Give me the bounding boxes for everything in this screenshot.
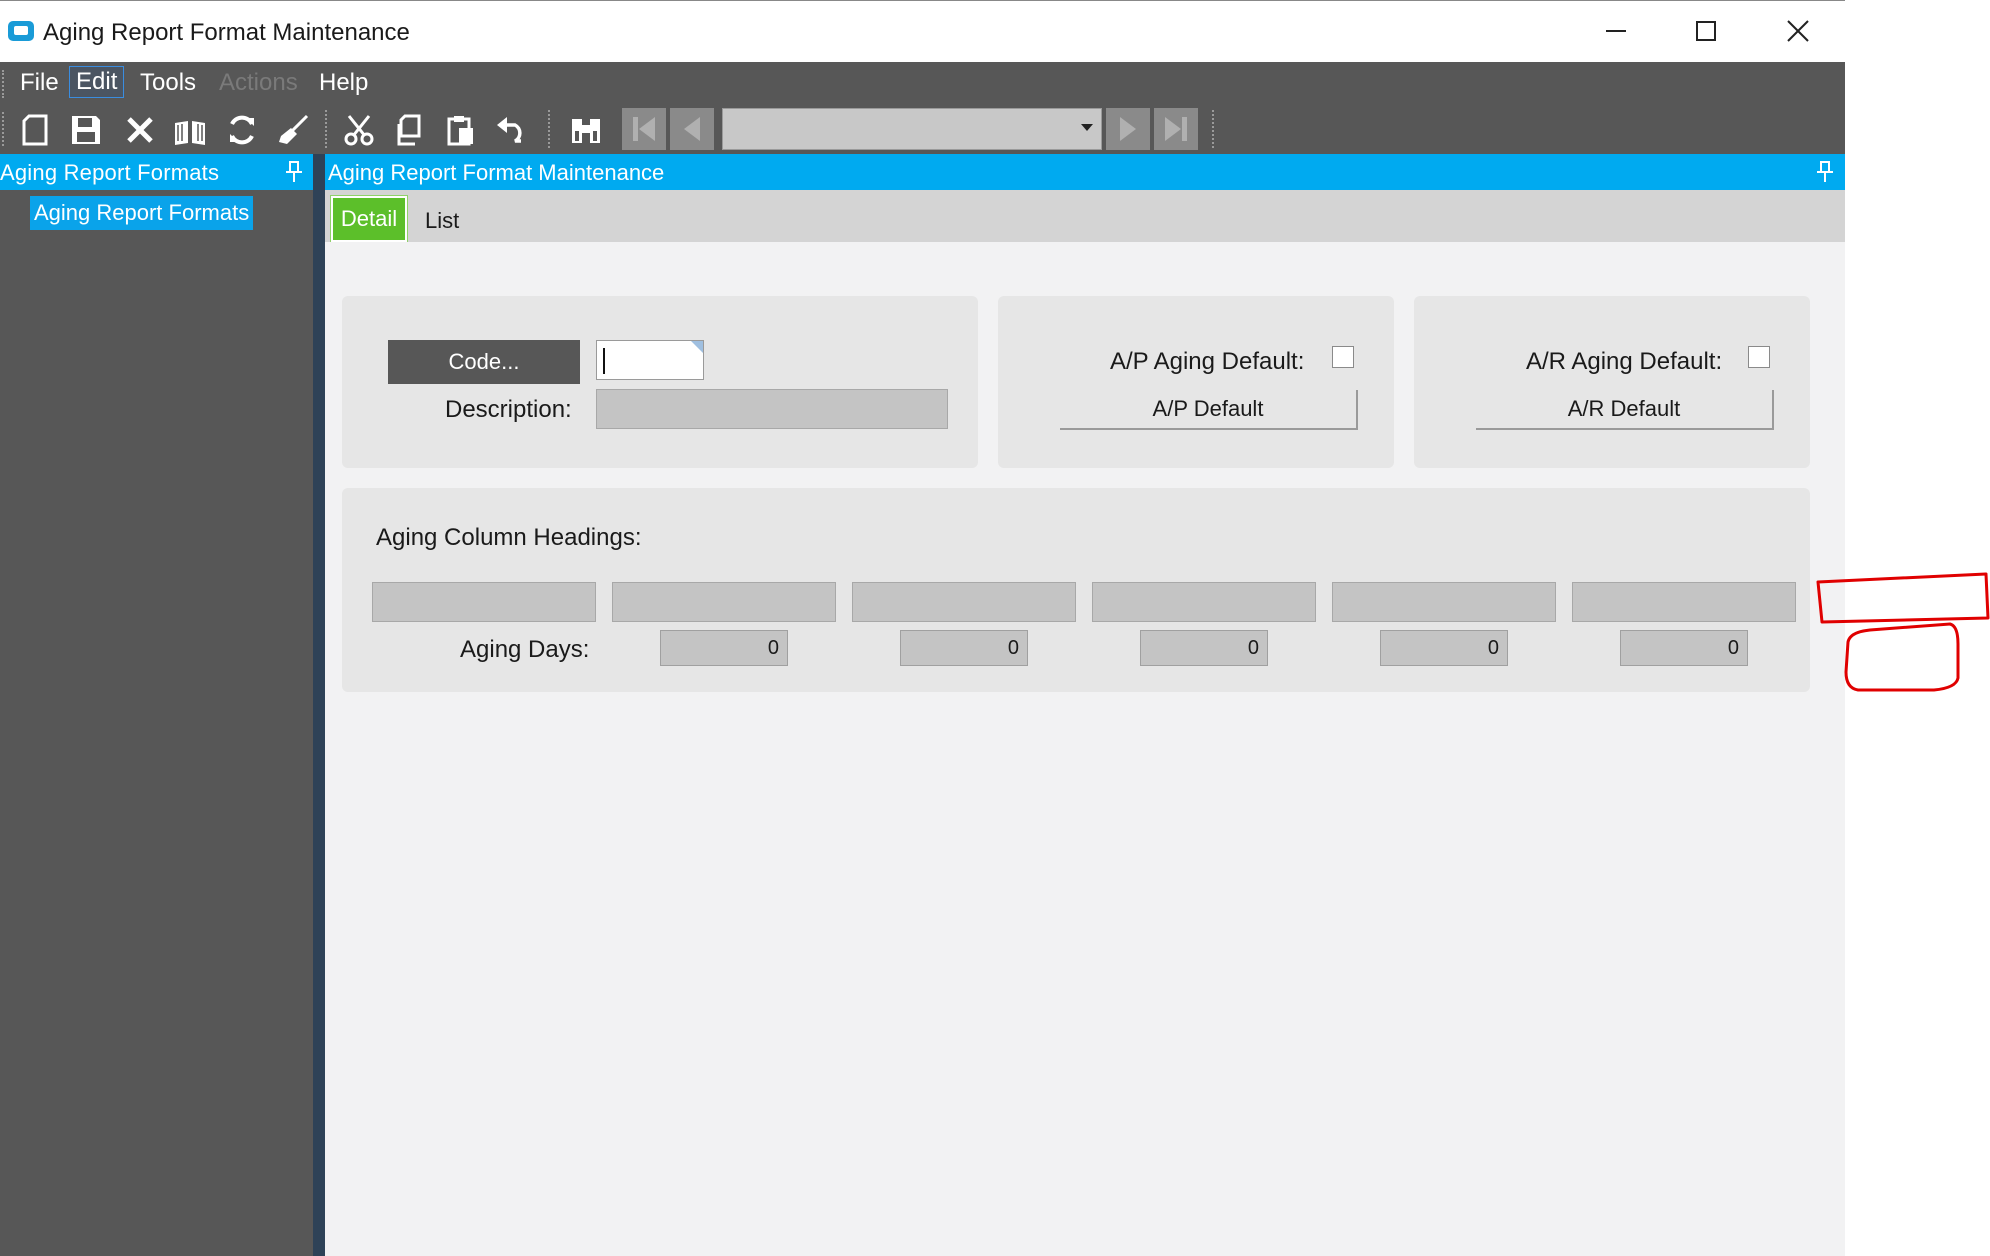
last-record-button[interactable] bbox=[1154, 108, 1198, 150]
open-book-icon bbox=[175, 121, 205, 145]
window-title: Aging Report Format Maintenance bbox=[43, 19, 410, 46]
app-icon bbox=[8, 21, 34, 41]
copy-icon bbox=[397, 114, 421, 146]
code-lookup-button[interactable]: Code... bbox=[388, 340, 580, 384]
text-cursor bbox=[603, 348, 605, 375]
clear-icon bbox=[279, 114, 309, 144]
ar-aging-default-checkbox[interactable] bbox=[1748, 346, 1770, 368]
main-pane-title: Aging Report Format Maintenance bbox=[328, 160, 665, 185]
find-icon bbox=[572, 119, 600, 143]
tree-pane-header: Aging Report Formats bbox=[0, 154, 313, 190]
application-window: Aging Report Format Maintenance File Edi… bbox=[0, 0, 1845, 1256]
aging-days-field[interactable]: 0 bbox=[900, 630, 1028, 666]
pane-splitter[interactable] bbox=[313, 154, 325, 1256]
close-icon bbox=[1787, 20, 1809, 42]
chevron-down-icon bbox=[1081, 124, 1093, 131]
code-input[interactable] bbox=[596, 340, 704, 380]
maximize-button[interactable] bbox=[1676, 11, 1736, 51]
ar-aging-default-label: A/R Aging Default: bbox=[1526, 348, 1723, 375]
aging-days-label: Aging Days: bbox=[460, 636, 590, 663]
menu-edit[interactable]: Edit bbox=[69, 66, 125, 98]
menu-help[interactable]: Help bbox=[313, 68, 374, 98]
paste-button[interactable] bbox=[443, 112, 479, 148]
aging-days-field[interactable]: 0 bbox=[660, 630, 788, 666]
aging-days-field[interactable]: 0 bbox=[1620, 630, 1748, 666]
tree-pane bbox=[0, 154, 313, 1256]
ap-aging-default-checkbox[interactable] bbox=[1332, 346, 1354, 368]
previous-record-icon bbox=[684, 117, 700, 141]
close-button[interactable] bbox=[1768, 11, 1828, 51]
toolbar-separator bbox=[548, 110, 554, 148]
undo-button[interactable] bbox=[494, 112, 530, 148]
aging-column-heading-field[interactable] bbox=[1572, 582, 1796, 622]
aging-column-heading-field[interactable] bbox=[852, 582, 1076, 622]
new-icon bbox=[22, 114, 48, 146]
toolbar bbox=[0, 104, 1845, 154]
undo-icon bbox=[497, 117, 522, 143]
aging-days-field[interactable]: 0 bbox=[1380, 630, 1508, 666]
record-navigation-select[interactable] bbox=[722, 108, 1102, 150]
tab-detail[interactable]: Detail bbox=[330, 195, 408, 243]
tree-pane-title: Aging Report Formats bbox=[0, 160, 220, 185]
cut-icon bbox=[344, 115, 374, 146]
ar-default-panel: A/R Aging Default: A/R Default bbox=[1414, 296, 1810, 468]
cut-button[interactable] bbox=[341, 112, 377, 148]
delete-button[interactable] bbox=[122, 112, 158, 148]
menu-bar: File Edit Tools Actions Help bbox=[0, 62, 1845, 104]
find-button[interactable] bbox=[568, 112, 604, 148]
aging-column-heading-field[interactable] bbox=[612, 582, 836, 622]
refresh-button[interactable] bbox=[224, 112, 260, 148]
aging-columns-panel: Aging Column Headings: Aging Days: 0 0 0… bbox=[342, 488, 1810, 692]
toolbar-grip bbox=[2, 112, 7, 146]
new-button[interactable] bbox=[17, 112, 53, 148]
red-annotation-marks bbox=[1816, 572, 1990, 692]
ap-default-button[interactable]: A/P Default bbox=[1060, 390, 1358, 430]
menu-grip bbox=[2, 70, 7, 98]
description-label: Description: bbox=[445, 396, 572, 423]
minimize-button[interactable] bbox=[1586, 11, 1646, 51]
tab-list[interactable]: List bbox=[425, 208, 459, 234]
ar-default-button[interactable]: A/R Default bbox=[1476, 390, 1774, 430]
code-panel: Code... Description: bbox=[342, 296, 978, 468]
description-field[interactable] bbox=[596, 389, 948, 429]
menu-file[interactable]: File bbox=[14, 68, 65, 98]
ap-default-panel: A/P Aging Default: A/P Default bbox=[998, 296, 1394, 468]
first-record-icon bbox=[633, 117, 655, 141]
aging-column-headings-label: Aging Column Headings: bbox=[376, 524, 642, 551]
toolbar-separator bbox=[1212, 110, 1218, 148]
main-pane-header: Aging Report Format Maintenance bbox=[325, 154, 1845, 190]
first-record-button[interactable] bbox=[622, 108, 666, 150]
corner-indicator-icon bbox=[691, 341, 703, 353]
toolbar-separator bbox=[325, 110, 331, 148]
previous-record-button[interactable] bbox=[670, 108, 714, 150]
next-record-icon bbox=[1120, 117, 1136, 141]
clear-button[interactable] bbox=[275, 112, 311, 148]
aging-column-heading-field[interactable] bbox=[372, 582, 596, 622]
minimize-icon bbox=[1606, 30, 1626, 32]
aging-days-field[interactable]: 0 bbox=[1140, 630, 1268, 666]
last-record-icon bbox=[1165, 117, 1187, 141]
save-icon bbox=[72, 116, 100, 144]
pin-icon[interactable] bbox=[1815, 160, 1835, 184]
menu-tools[interactable]: Tools bbox=[134, 68, 202, 98]
next-record-button[interactable] bbox=[1106, 108, 1150, 150]
title-bar: Aging Report Format Maintenance bbox=[0, 0, 1845, 63]
maximize-icon bbox=[1696, 21, 1716, 41]
pin-icon[interactable] bbox=[284, 160, 304, 184]
refresh-icon bbox=[230, 115, 254, 145]
paste-icon bbox=[447, 116, 473, 146]
tree-item-aging-report-formats[interactable]: Aging Report Formats bbox=[30, 196, 254, 230]
aging-column-heading-field[interactable] bbox=[1332, 582, 1556, 622]
detail-content: Code... Description: A/P Aging Default: … bbox=[325, 242, 1845, 1256]
ap-aging-default-label: A/P Aging Default: bbox=[1110, 348, 1305, 375]
aging-column-heading-field[interactable] bbox=[1092, 582, 1316, 622]
save-button[interactable] bbox=[68, 112, 104, 148]
copy-button[interactable] bbox=[392, 112, 428, 148]
tab-strip: Detail List bbox=[325, 190, 1845, 243]
delete-icon bbox=[127, 117, 153, 143]
open-button[interactable] bbox=[172, 112, 208, 148]
menu-actions: Actions bbox=[219, 69, 298, 96]
